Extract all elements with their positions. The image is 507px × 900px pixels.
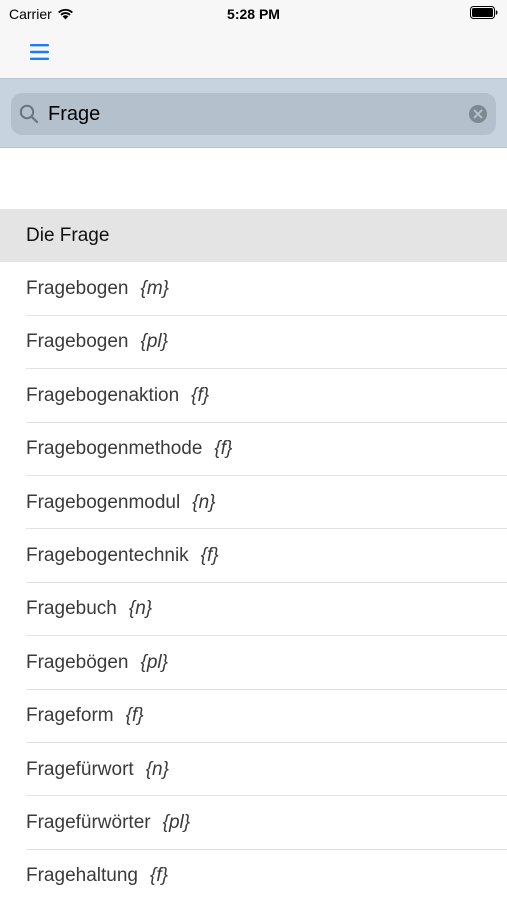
- list-item-word: Fragefürwörter: [26, 811, 151, 833]
- list-item-gender: {pl}: [140, 651, 168, 673]
- list-item-gender: {n}: [145, 758, 169, 780]
- list-item[interactable]: Fragebuch {n}: [0, 583, 507, 637]
- list-item-word: Fragebuch: [26, 598, 117, 620]
- list-item-word: Fragebogenaktion: [26, 384, 180, 406]
- list-item-word: Fragehaltung: [26, 865, 138, 887]
- list-item[interactable]: Fragebogentechnik {f}: [0, 529, 507, 584]
- list-item[interactable]: Fragebogen {m}: [0, 262, 507, 317]
- list-item-gender: {n}: [128, 598, 153, 620]
- navigation-bar: [0, 28, 507, 78]
- list-item[interactable]: Fragebogenaktion {f}: [0, 369, 507, 423]
- menu-button[interactable]: [28, 41, 52, 63]
- battery-icon: [470, 6, 498, 19]
- list-item-word: Fragebogen: [26, 278, 129, 300]
- list-item[interactable]: Fragebogenmodul {n}: [0, 476, 507, 530]
- list-item[interactable]: Fragefürwort {n}: [0, 743, 507, 797]
- clock: 5:28 PM: [227, 6, 280, 22]
- menu-icon: [30, 44, 49, 60]
- list-item-gender: {m}: [140, 278, 169, 300]
- list-item-gender: {f}: [149, 865, 168, 887]
- list-item[interactable]: Fragehaltung {f}: [0, 850, 507, 900]
- list-item[interactable]: Fragebögen {pl}: [0, 636, 507, 690]
- list-item-gender: {f}: [214, 438, 233, 460]
- list-item[interactable]: Fragebogenmethode {f}: [0, 423, 507, 477]
- list-item[interactable]: Fragebogen {pl}: [0, 316, 507, 370]
- search-input[interactable]: [48, 93, 468, 135]
- results-list: Die Frage Fragebogen {m} Fragebogen {pl} Fra…: [0, 209, 507, 900]
- list-item-word: Fragebogenmodul: [26, 491, 181, 513]
- section-header-row[interactable]: Die Frage: [0, 209, 507, 263]
- app-screen: Carrier 5:28 PM Frage Die Frage Fragebog…: [0, 0, 507, 900]
- section-header-label: Die Frage: [26, 224, 110, 246]
- list-item-gender: {pl}: [140, 331, 168, 353]
- list-item-word: Fragebogen: [26, 331, 129, 353]
- list-item[interactable]: Frageform {f}: [0, 690, 507, 744]
- list-item-gender: {f}: [200, 545, 219, 567]
- list-item-word: Fragefürwort: [26, 758, 134, 780]
- list-item-word: Frageform: [26, 705, 114, 727]
- list-item-gender: {f}: [191, 384, 210, 406]
- list-item-word: Fragebögen: [26, 651, 129, 673]
- list-item-word: Fragebogentechnik: [26, 545, 189, 567]
- clear-icon: [469, 105, 487, 123]
- status-bar: Carrier 5:28 PM: [0, 0, 507, 28]
- list-item-gender: {pl}: [162, 811, 191, 833]
- search-bar: [0, 78, 507, 148]
- list-item-gender: {f}: [125, 705, 144, 727]
- search-field[interactable]: [11, 93, 496, 135]
- list-item[interactable]: Fragefürwörter {pl}: [0, 796, 507, 851]
- list-item-gender: {n}: [192, 491, 216, 513]
- list-item-word: Fragebogenmethode: [26, 438, 203, 460]
- search-icon: [19, 104, 39, 124]
- clear-search-button[interactable]: [468, 104, 488, 124]
